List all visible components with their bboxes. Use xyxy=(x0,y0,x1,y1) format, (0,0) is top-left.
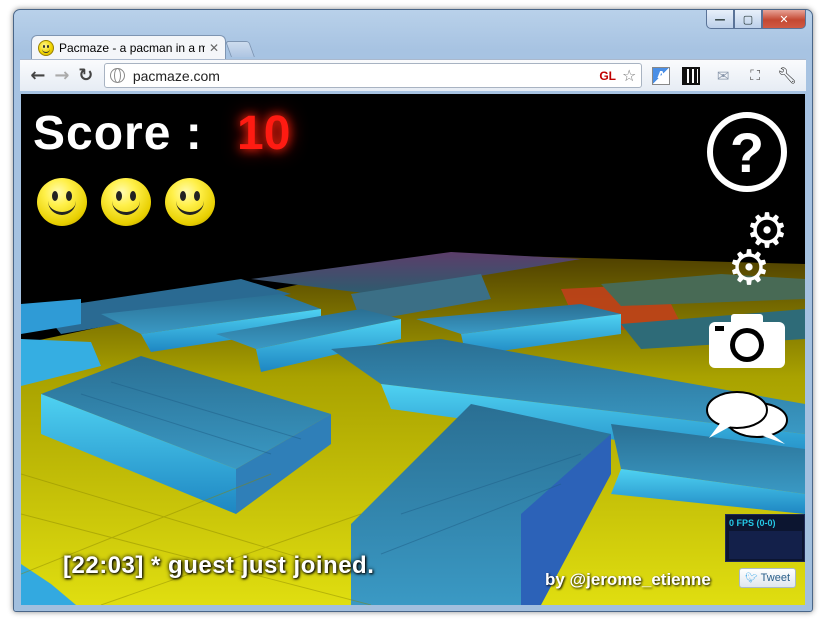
qr-icon[interactable] xyxy=(682,66,701,85)
help-icon[interactable]: ? xyxy=(707,112,787,192)
camera-icon[interactable] xyxy=(707,312,787,370)
forward-icon[interactable]: → xyxy=(50,64,74,88)
minimize-button[interactable]: — xyxy=(706,10,734,29)
maximize-button[interactable]: ▢ xyxy=(734,10,762,29)
tab-strip: Pacmaze - a pacman in a m ✕ — ▢ ✕ xyxy=(14,10,812,59)
game-canvas[interactable]: Score : 10 ? ⚙ ⚙ 0 FPS (0-0) [22:03] * g… xyxy=(21,94,805,605)
tab-pacmaze[interactable]: Pacmaze - a pacman in a m ✕ xyxy=(31,35,226,59)
webgl-badge[interactable]: GL xyxy=(599,69,616,83)
fps-stats-panel[interactable]: 0 FPS (0-0) xyxy=(725,514,805,562)
back-icon[interactable]: ← xyxy=(26,64,50,88)
fps-graph xyxy=(729,531,802,559)
tweet-label: Tweet xyxy=(760,572,791,584)
window-controls: — ▢ ✕ xyxy=(706,10,806,29)
reload-icon[interactable]: ↻ xyxy=(74,64,98,88)
life-smiley-icon xyxy=(101,178,151,226)
smiley-favicon-icon xyxy=(38,39,54,56)
author-credit[interactable]: by @jerome_etienne xyxy=(545,570,711,590)
close-window-button[interactable]: ✕ xyxy=(762,10,806,29)
chat-message: [22:03] * guest just joined. xyxy=(63,552,375,579)
life-smiley-icon xyxy=(37,178,87,226)
url-text[interactable]: pacmaze.com xyxy=(133,68,600,84)
browser-toolbar: ← → ↻ pacmaze.com GL ☆ A ✉ ⛶ 🔧︎ xyxy=(20,59,806,91)
score-value: 10 xyxy=(237,107,291,160)
twitter-bird-icon: 🐦︎ xyxy=(744,572,758,584)
life-smiley-icon xyxy=(165,178,215,226)
address-bar[interactable]: pacmaze.com GL ☆ xyxy=(103,63,643,88)
mail-icon[interactable]: ✉ xyxy=(710,65,736,87)
translate-icon[interactable]: A xyxy=(652,66,671,85)
maze-scene xyxy=(21,94,805,605)
globe-icon xyxy=(109,68,125,83)
lives-display xyxy=(37,178,215,226)
tweet-button[interactable]: 🐦︎ Tweet xyxy=(739,568,796,588)
wrench-icon[interactable]: 🔧︎ xyxy=(774,65,800,87)
fullscreen-icon[interactable]: ⛶ xyxy=(742,65,768,87)
fps-text: 0 FPS (0-0) xyxy=(729,518,776,528)
score-label: Score : xyxy=(33,107,203,160)
star-icon[interactable]: ☆ xyxy=(622,66,636,85)
chat-icon[interactable] xyxy=(705,390,791,446)
tab-title: Pacmaze - a pacman in a m xyxy=(59,40,205,55)
new-tab-button[interactable] xyxy=(225,41,255,57)
settings-icon[interactable]: ⚙ xyxy=(725,244,773,292)
tab-close-icon[interactable]: ✕ xyxy=(209,41,219,55)
